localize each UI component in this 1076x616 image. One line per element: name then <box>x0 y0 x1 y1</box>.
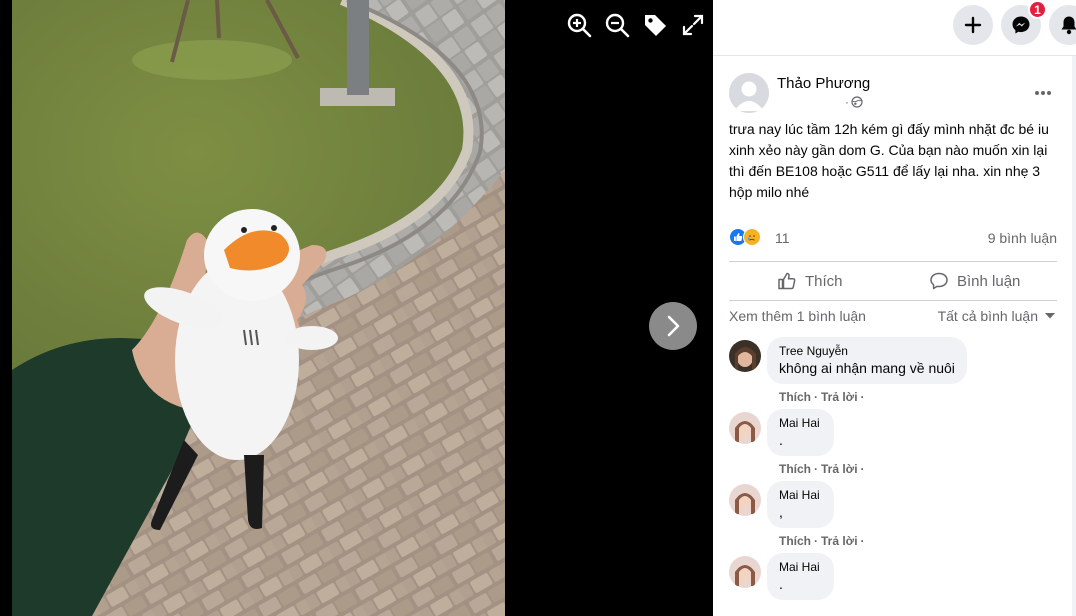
comment-filter-dropdown[interactable]: Tất cả bình luận <box>938 308 1056 324</box>
messenger-button[interactable]: 1 <box>1001 0 1047 45</box>
action-separator: · <box>860 390 865 404</box>
comment-text: không ai nhận mang về nuôi <box>779 360 955 376</box>
comment-reply-link[interactable]: Trả lời <box>821 462 858 476</box>
comment-bubble: Mai Hai . <box>767 409 834 456</box>
reactions-summary[interactable]: 11 9 bình luận <box>729 228 1057 250</box>
comment-reply-link[interactable]: Trả lời <box>821 534 858 548</box>
commenter-avatar[interactable] <box>729 340 761 372</box>
post-options-button[interactable] <box>1027 79 1059 107</box>
comment-actions: Thích · Trả lời · <box>779 462 865 476</box>
post-meta: · <box>845 95 863 109</box>
action-separator: · <box>860 462 865 476</box>
reaction-icons <box>729 228 761 246</box>
default-avatar-icon <box>729 73 769 113</box>
notifications-button[interactable] <box>1049 5 1076 45</box>
commenter-name[interactable]: Tree Nguyễn <box>779 344 955 358</box>
zoom-out-icon <box>605 13 630 38</box>
create-button[interactable] <box>953 5 993 45</box>
comment-like-link[interactable]: Thích <box>779 462 811 476</box>
photo-post-view: 1 Thảo Phương · trưa nay lúc tầm 12h kém… <box>0 0 1076 616</box>
comment-label: Bình luận <box>957 272 1021 290</box>
viewer-toolbar <box>566 10 706 40</box>
care-reaction-icon <box>743 228 761 246</box>
comment-text: . <box>779 432 783 448</box>
comment-count[interactable]: 9 bình luận <box>988 230 1057 246</box>
comment-text: , <box>779 504 783 520</box>
comment-actions: Thích · Trả lời · <box>779 534 865 548</box>
view-more-comments[interactable]: Xem thêm 1 bình luận <box>729 308 866 324</box>
messenger-badge: 1 <box>1028 0 1047 19</box>
photo-illustration <box>12 0 505 616</box>
action-separator: · <box>814 534 818 548</box>
author-name[interactable]: Thảo Phương <box>777 75 870 92</box>
post-side-panel: 1 Thảo Phương · trưa nay lúc tầm 12h kém… <box>713 0 1076 616</box>
meta-separator: · <box>845 95 849 109</box>
panel-scrollbar[interactable] <box>1072 56 1076 616</box>
tag-icon <box>645 15 666 36</box>
plus-icon <box>964 16 982 34</box>
zoom-in-icon <box>567 13 592 38</box>
zoom-out-button[interactable] <box>604 10 630 40</box>
like-button[interactable]: Thích <box>777 266 843 296</box>
action-separator: · <box>814 390 818 404</box>
caret-down-icon <box>1045 313 1055 319</box>
commenter-avatar[interactable] <box>729 412 761 444</box>
thumbs-up-icon <box>778 272 796 290</box>
reaction-count[interactable]: 11 <box>775 230 790 246</box>
comment-bubble: Tree Nguyễn không ai nhận mang về nuôi <box>767 337 967 384</box>
commenter-avatar[interactable] <box>729 556 761 588</box>
post-photo[interactable] <box>12 0 505 616</box>
commenter-name[interactable]: Mai Hai <box>779 560 820 574</box>
divider <box>729 300 1057 301</box>
fullscreen-icon <box>682 14 704 36</box>
comment-like-link[interactable]: Thích <box>779 390 811 404</box>
bell-icon <box>1061 16 1076 35</box>
comment-bubble: Mai Hai , <box>767 481 834 528</box>
fullscreen-button[interactable] <box>680 10 706 40</box>
post-text: trưa nay lúc tầm 12h kém gì đấy mình nhặ… <box>729 121 1049 200</box>
action-separator: · <box>814 462 818 476</box>
like-label: Thích <box>805 272 843 290</box>
action-separator: · <box>860 534 865 548</box>
commenter-avatar[interactable] <box>729 484 761 516</box>
comment-bubble: Mai Hai . <box>767 553 834 600</box>
comment-bubble-icon <box>930 272 948 290</box>
divider <box>729 261 1057 262</box>
comment-filter-label: Tất cả bình luận <box>937 308 1038 324</box>
comment-button[interactable]: Bình luận <box>929 266 1020 296</box>
commenter-name[interactable]: Mai Hai <box>779 488 820 502</box>
more-dots-icon <box>1035 91 1051 95</box>
public-globe-icon[interactable] <box>851 96 863 108</box>
chevron-right-icon <box>667 315 680 337</box>
comment-actions: Thích · Trả lời · <box>779 390 865 404</box>
next-photo-button[interactable] <box>649 302 697 350</box>
photo-viewer <box>0 0 713 616</box>
post-header: Thảo Phương · <box>729 73 1059 115</box>
messenger-icon <box>1012 16 1030 34</box>
comment-text: . <box>779 576 783 592</box>
top-bar: 1 <box>713 0 1076 56</box>
author-avatar[interactable] <box>729 73 769 113</box>
commenter-name[interactable]: Mai Hai <box>779 416 820 430</box>
tag-button[interactable] <box>642 10 668 40</box>
comment-like-link[interactable]: Thích <box>779 534 811 548</box>
zoom-in-button[interactable] <box>566 10 592 40</box>
comment-reply-link[interactable]: Trả lời <box>821 390 858 404</box>
